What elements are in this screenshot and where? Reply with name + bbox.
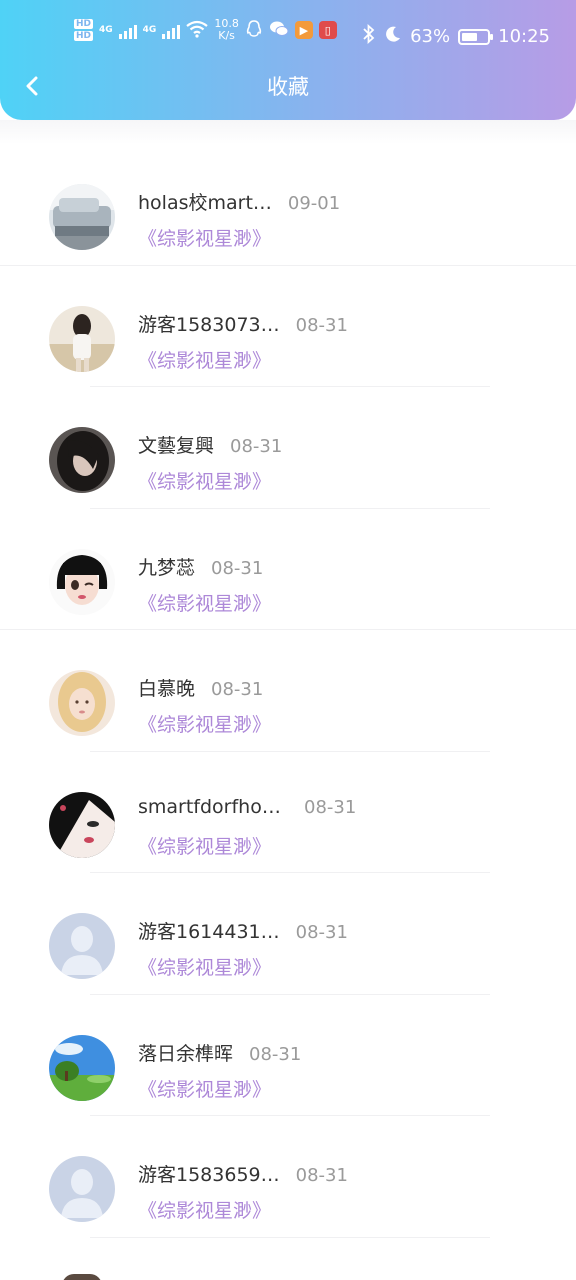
item-header: 游客1614431… 08-31 — [138, 917, 348, 944]
item-header: smartfdorfhourd 08-31 — [138, 796, 356, 818]
signal-icon-2 — [162, 21, 181, 39]
item-header: 九梦蕊 08-31 — [138, 553, 263, 580]
next-avatar-peek — [62, 1274, 102, 1280]
clock: 10:25 — [498, 26, 550, 47]
work-title-link[interactable]: 《综影视星渺》 — [138, 953, 271, 980]
status-bar: HD HD 4G 4G 10.8 K/s ▶ ▯ 63% 10:25 — [0, 0, 576, 70]
item-header: 游客1583659… 08-31 — [138, 1160, 348, 1187]
avatar[interactable] — [49, 427, 115, 493]
item-header: 白慕晚 08-31 — [138, 674, 263, 701]
avatar[interactable] — [49, 791, 115, 858]
favorite-item[interactable]: 白慕晚 08-31 《综影视星渺》 — [0, 630, 576, 752]
user-name[interactable]: holas校mart… — [138, 188, 272, 215]
avatar[interactable] — [49, 548, 115, 615]
list-top-shadow — [0, 120, 576, 144]
user-name[interactable]: 九梦蕊 — [138, 553, 195, 580]
favorite-item[interactable]: 游客1583073… 08-31 《综影视星渺》 — [0, 266, 576, 388]
user-name[interactable]: 白慕晚 — [138, 674, 195, 701]
item-date: 08-31 — [295, 314, 348, 336]
favorite-item[interactable]: 九梦蕊 08-31 《综影视星渺》 — [0, 509, 576, 631]
network-type-2: 4G — [142, 25, 157, 35]
item-header: holas校mart… 09-01 — [138, 188, 340, 215]
item-date: 09-01 — [287, 193, 341, 214]
work-title-link[interactable]: 《综影视星渺》 — [138, 589, 271, 616]
bluetooth-icon — [362, 23, 376, 49]
work-title-link[interactable]: 《综影视星渺》 — [138, 346, 271, 373]
favorite-item[interactable]: 游客1583659… 08-31 《综影视星渺》 — [0, 1116, 576, 1238]
status-right: 63% 10:25 — [362, 23, 550, 49]
work-title-link[interactable]: 《综影视星渺》 — [138, 1075, 271, 1102]
work-title-link[interactable]: 《综影视星渺》 — [138, 832, 271, 859]
item-header: 落日余榫晖 08-31 — [138, 1039, 301, 1066]
battery-fill — [462, 32, 478, 41]
battery-icon — [458, 28, 494, 45]
user-name[interactable]: 落日余榫晖 — [138, 1039, 233, 1066]
favorite-item[interactable]: 文藝复興 08-31 《综影视星渺》 — [0, 387, 576, 509]
item-date: 08-31 — [211, 557, 264, 579]
avatar[interactable] — [49, 1156, 115, 1222]
avatar[interactable] — [49, 670, 115, 736]
favorite-item[interactable]: smartfdorfhourd 08-31 《综影视星渺》 — [0, 752, 576, 874]
user-name[interactable]: 游客1583073… — [138, 310, 280, 337]
favorite-item[interactable]: 落日余榫晖 08-31 《综影视星渺》 — [0, 995, 576, 1117]
user-name[interactable]: smartfdorfhourd — [138, 796, 288, 818]
item-date: 08-31 — [211, 679, 264, 700]
user-name[interactable]: 文藝复興 — [138, 431, 214, 458]
item-date: 08-31 — [295, 1165, 348, 1186]
user-name[interactable]: 游客1583659… — [138, 1160, 280, 1187]
avatar[interactable] — [49, 913, 115, 979]
favorite-item[interactable]: 游客1614431… 08-31 《综影视星渺》 — [0, 873, 576, 995]
reader-app-icon: ▯ — [318, 21, 337, 39]
work-title-link[interactable]: 《综影视星渺》 — [138, 1196, 271, 1223]
net-speed: 10.8 K/s — [214, 18, 239, 42]
item-date: 08-31 — [304, 796, 357, 818]
avatar[interactable] — [49, 184, 115, 250]
page-title: 收藏 — [267, 75, 309, 99]
net-speed-unit: K/s — [218, 29, 235, 42]
avatar[interactable] — [49, 305, 115, 372]
wifi-icon — [186, 20, 209, 41]
work-title-link[interactable]: 《综影视星渺》 — [138, 467, 271, 494]
qq-icon — [245, 19, 263, 41]
item-date: 08-31 — [249, 1043, 302, 1065]
hd-badge-1: HD — [74, 19, 94, 29]
user-name[interactable]: 游客1614431… — [138, 917, 280, 944]
work-title-link[interactable]: 《综影视星渺》 — [138, 224, 271, 251]
item-header: 文藝复興 08-31 — [138, 431, 282, 458]
item-date: 08-31 — [295, 922, 348, 943]
signal-icon-1 — [118, 21, 137, 39]
video-app-icon: ▶ — [294, 21, 313, 39]
app-header: HD HD 4G 4G 10.8 K/s ▶ ▯ 63% 10:25 收藏 — [0, 0, 576, 120]
work-title-link[interactable]: 《综影视星渺》 — [138, 710, 271, 737]
favorites-list: holas校mart… 09-01 《综影视星渺》 游客1583073… 08-31 《综… — [0, 120, 576, 1238]
item-date: 08-31 — [230, 436, 283, 457]
status-left: HD HD 4G 4G 10.8 K/s ▶ ▯ — [74, 18, 337, 42]
wechat-icon — [269, 20, 289, 41]
moon-icon — [384, 25, 402, 48]
favorite-item[interactable]: holas校mart… 09-01 《综影视星渺》 — [0, 144, 576, 266]
hd-badge-2: HD — [74, 31, 94, 41]
network-type-1: 4G — [99, 25, 113, 35]
avatar[interactable] — [49, 1034, 115, 1101]
battery-percent: 63% — [410, 26, 451, 47]
item-header: 游客1583073… 08-31 — [138, 310, 348, 337]
hd-indicators: HD HD — [74, 19, 94, 41]
